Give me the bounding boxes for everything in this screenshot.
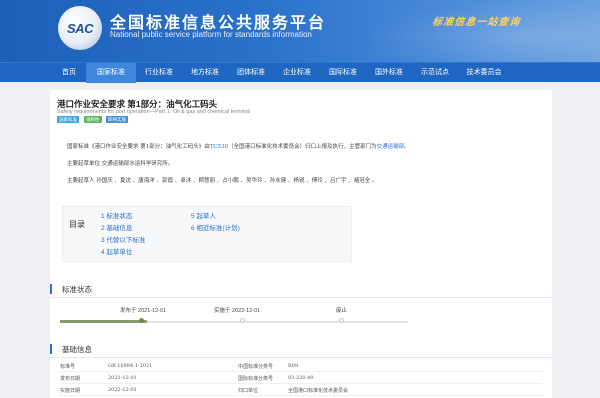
basic-info-section-title: 基础信息 xyxy=(62,345,92,354)
info-row: 实施日期 2022-12-01 归口单位 全国港口标准化技术委员会 xyxy=(60,385,542,396)
toc-item-replaces[interactable]: 3 代替以下标准 xyxy=(101,234,145,244)
tc-link[interactable]: TC530 xyxy=(210,144,228,150)
nav-item-enterprise-standards[interactable]: 企业标准 xyxy=(274,63,320,83)
ccs-value: R09 xyxy=(288,363,299,369)
toc-item-similar-standards[interactable]: 6 相近标准(计划) xyxy=(191,222,240,232)
section-accent-bar xyxy=(50,344,52,354)
publish-date-value: 2021-12-01 xyxy=(108,375,137,381)
basic-info-section-header: 基础信息 xyxy=(50,342,552,358)
tag-mandatory: 强制性 xyxy=(84,116,102,123)
section-accent-bar xyxy=(50,284,52,294)
nav-item-industry-standards[interactable]: 行业标准 xyxy=(136,63,182,83)
drafters-paragraph: 主要起草人 孙国庆 、夏沈 、唐海洋 、郭霞 、卓沐 、顾慧丽 、占小鹏 、吴华… xyxy=(67,178,378,184)
responsible-committee-link[interactable]: 全国港口标准化技术委员会 xyxy=(288,387,348,394)
info-row: 标准号 GB 16994.1-2021 中国标准分类号 R09 xyxy=(60,361,542,372)
field-label: 归口单位 xyxy=(238,388,259,394)
nav-item-group-standards[interactable]: 团体标准 xyxy=(228,63,274,83)
toc-label: 目录 xyxy=(69,220,85,229)
tag-upcoming: 即将实施 xyxy=(106,116,128,123)
published-date: 发布于 2021-12-01 xyxy=(120,308,167,314)
section-divider xyxy=(50,297,552,298)
section-divider xyxy=(50,357,552,358)
department-link[interactable]: 交通运输部 xyxy=(377,144,405,150)
intro-middle: （全国港口标准化技术委员会）归口上报及执行，主管部门为 xyxy=(228,144,377,150)
field-label: 发布日期 xyxy=(60,376,81,382)
field-label: 实施日期 xyxy=(60,388,81,394)
site-slogan: 标准信息一站查询 xyxy=(431,17,521,28)
implementation-date-value: 2022-12-01 xyxy=(108,387,137,393)
toc-item-drafters[interactable]: 5 起草人 xyxy=(191,210,216,220)
abolished-label: 废止 xyxy=(336,308,348,314)
main-nav: 首页 国家标准 行业标准 地方标准 团体标准 企业标准 国际标准 国外标准 示范… xyxy=(0,62,600,83)
nav-item-technical-committee[interactable]: 技术委员会 xyxy=(458,63,510,83)
drafting-unit-paragraph: 主要起草单位 交通运输部水运科学研究所。 xyxy=(67,161,174,167)
nav-item-home[interactable]: 首页 xyxy=(52,63,86,83)
nav-item-national-standards[interactable]: 国家标准 xyxy=(86,63,136,83)
field-label: 中国标准分类号 xyxy=(238,364,274,370)
nav-item-international-standards[interactable]: 国际标准 xyxy=(320,63,366,83)
standard-number-value: GB 16994.1-2021 xyxy=(108,363,153,369)
sac-logo[interactable]: SAC xyxy=(58,6,102,50)
status-timeline-progress xyxy=(60,320,147,323)
nav-item-local-standards[interactable]: 地方标准 xyxy=(182,63,228,83)
standard-english-title: Safety requirements for port operation—P… xyxy=(57,109,251,115)
toc-item-basic-info[interactable]: 2 基础信息 xyxy=(101,222,132,232)
field-label: 国际标准分类号 xyxy=(238,376,274,382)
logo-text: SAC xyxy=(67,20,93,36)
abolished-marker xyxy=(339,318,344,323)
site-header: SAC 全国标准信息公共服务平台 National public service… xyxy=(0,0,600,62)
tag-national-standard: 国家标准 xyxy=(57,116,79,123)
intro-suffix: 。 xyxy=(404,144,410,150)
implementation-marker xyxy=(240,318,245,323)
nav-item-pilot-demo[interactable]: 示范试点 xyxy=(412,63,458,83)
intro-paragraph: 国家标准《港口作业安全要求 第1部分：油气化工码头》由TC530（全国港口标准化… xyxy=(67,142,410,150)
standard-detail-card: 港口作业安全要求 第1部分：油气化工码头 Safety requirements… xyxy=(50,90,552,398)
field-label: 标准号 xyxy=(60,364,76,370)
toc-item-drafting-unit[interactable]: 4 起草单位 xyxy=(101,246,132,256)
info-row: 发布日期 2021-12-01 国际标准分类号 03.220.40 xyxy=(60,373,542,384)
published-marker xyxy=(139,318,144,323)
table-of-contents: 目录 1 标准状态 2 基础信息 3 代替以下标准 4 起草单位 5 起草人 6… xyxy=(62,206,352,262)
ics-value: 03.220.40 xyxy=(288,375,314,381)
nav-item-foreign-standards[interactable]: 国外标准 xyxy=(366,63,412,83)
status-section-title: 标准状态 xyxy=(62,285,92,294)
site-subtitle: National public service platform for sta… xyxy=(110,30,312,39)
toc-item-status[interactable]: 1 标准状态 xyxy=(101,210,132,220)
status-section-header: 标准状态 xyxy=(50,282,552,298)
implementation-date: 实施于 2022-12-01 xyxy=(214,308,261,314)
intro-prefix: 国家标准《港口作业安全要求 第1部分：油气化工码头》由 xyxy=(67,144,210,150)
